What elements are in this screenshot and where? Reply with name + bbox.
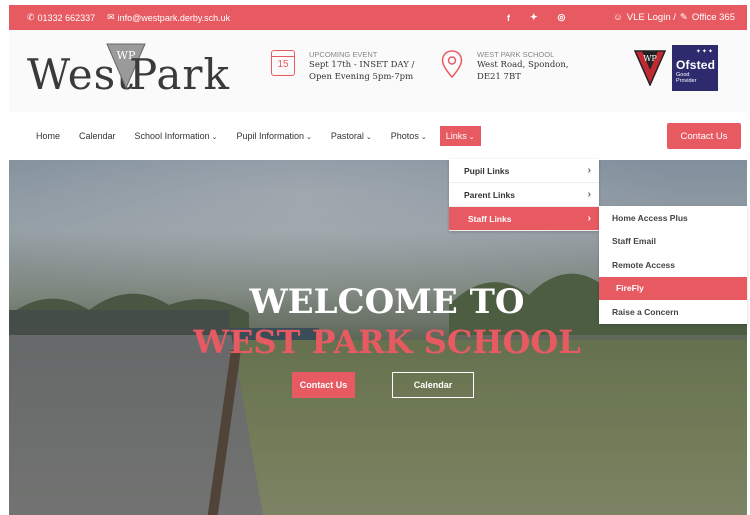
links-dropdown: Pupil Links › Parent Links › Staff Links › xyxy=(449,159,599,231)
nav-item-links[interactable]: Links ⌄ xyxy=(439,126,481,146)
chevron-down-icon: ⌄ xyxy=(306,134,312,141)
chevron-down-icon: ⌄ xyxy=(211,134,218,141)
event-line2: Open Evening 5pm-7pm xyxy=(309,71,414,82)
menu-item-staff-links[interactable]: Staff Links › xyxy=(449,207,599,231)
envelope-icon: ✉ xyxy=(107,12,115,22)
wp-crest-icon: WP xyxy=(634,50,666,86)
address-line2: DE21 7BT xyxy=(477,71,521,82)
vle-login-link[interactable]: VLE Login / xyxy=(627,12,676,23)
office365-link[interactable]: Office 365 xyxy=(692,12,735,23)
phone-number: 01332 662337 xyxy=(37,12,96,23)
staff-links-submenu: Home Access Plus Staff Email Remote Acce… xyxy=(599,206,747,324)
main-nav: Home Calendar School Information ⌄ Pupil … xyxy=(9,112,747,160)
login-links: ☺ VLE Login / ✎ Office 365 xyxy=(609,5,735,30)
nav-item-pupil-information[interactable]: Pupil Information ⌄ xyxy=(236,131,311,141)
hero-subtitle: WEST PARK SCHOOL xyxy=(193,323,581,361)
calendar-icon: 15 xyxy=(271,50,295,76)
school-address: WEST PARK SCHOOL West Road, Spondon, DE2… xyxy=(441,50,569,83)
menu-item-staff-email[interactable]: Staff Email xyxy=(599,230,747,254)
user-icon: ☺ xyxy=(613,12,623,23)
menu-item-firefly[interactable]: FireFly xyxy=(599,276,747,300)
page: ✆ 01332 662337 ✉ info@westpark.derby.sch… xyxy=(0,0,750,515)
menu-item-parent-links[interactable]: Parent Links › xyxy=(449,183,599,207)
instagram-icon[interactable]: ◎ xyxy=(558,12,566,23)
badges: WP ✦✦✦ Ofsted Good Provider xyxy=(634,45,718,91)
contact-us-button[interactable]: Contact Us xyxy=(667,123,741,149)
nav-item-calendar[interactable]: Calendar xyxy=(79,131,116,141)
nav-item-home[interactable]: Home xyxy=(36,131,60,141)
social-links: f ✦ ◎ xyxy=(507,5,585,30)
chevron-right-icon: › xyxy=(587,213,591,224)
top-bar: ✆ 01332 662337 ✉ info@westpark.derby.sch… xyxy=(9,5,747,30)
nav-item-photos[interactable]: Photos ⌄ xyxy=(391,131,427,141)
chevron-down-icon: ⌄ xyxy=(468,134,475,141)
facebook-icon[interactable]: f xyxy=(507,13,510,23)
hero-calendar-button[interactable]: Calendar xyxy=(392,372,474,398)
chevron-right-icon: › xyxy=(587,189,591,200)
event-label: UPCOMING EVENT xyxy=(309,50,378,59)
school-label: WEST PARK SCHOOL xyxy=(477,50,555,59)
phone-icon: ✆ xyxy=(27,12,35,22)
nav-item-school-information[interactable]: School Information ⌄ xyxy=(135,131,218,141)
ofsted-stars-icon: ✦✦✦ xyxy=(695,49,714,55)
chevron-down-icon: ⌄ xyxy=(420,134,427,141)
phone-link[interactable]: ✆ 01332 662337 xyxy=(27,12,95,23)
nav-item-pastoral[interactable]: Pastoral ⌄ xyxy=(331,131,372,141)
calendar-day: 15 xyxy=(277,59,289,70)
twitter-icon[interactable]: ✦ xyxy=(530,12,538,23)
menu-item-pupil-links[interactable]: Pupil Links › xyxy=(449,159,599,183)
address-line1: West Road, Spondon, xyxy=(477,60,569,71)
logo-text-park: Park xyxy=(129,50,230,99)
ofsted-name: Ofsted xyxy=(676,57,716,72)
upcoming-event[interactable]: 15 UPCOMING EVENT Sept 17th - INSET DAY … xyxy=(271,50,414,83)
email-address: info@westpark.derby.sch.uk xyxy=(117,12,231,23)
crest-mark-text: WP xyxy=(643,54,657,63)
hero-contact-button[interactable]: Contact Us xyxy=(292,372,355,398)
chevron-right-icon: › xyxy=(587,165,591,176)
menu-item-raise-a-concern[interactable]: Raise a Concern xyxy=(599,300,747,324)
event-line1: Sept 17th - INSET DAY / xyxy=(309,60,415,71)
ofsted-badge: ✦✦✦ Ofsted Good Provider xyxy=(672,45,718,91)
location-pin-icon xyxy=(441,50,463,78)
site-header: West WP Park 15 UPCOMING EVENT Sept 17th… xyxy=(9,30,747,112)
external-link-icon: ✎ xyxy=(679,12,688,23)
school-logo[interactable]: West WP Park xyxy=(27,42,237,102)
ofsted-grade2: Provider xyxy=(676,77,697,84)
email-link[interactable]: ✉ info@westpark.derby.sch.uk xyxy=(107,12,230,23)
menu-item-home-access-plus[interactable]: Home Access Plus xyxy=(599,206,747,230)
menu-item-remote-access[interactable]: Remote Access xyxy=(599,253,747,277)
contact-info: ✆ 01332 662337 ✉ info@westpark.derby.sch… xyxy=(9,12,242,23)
chevron-down-icon: ⌄ xyxy=(365,134,372,141)
